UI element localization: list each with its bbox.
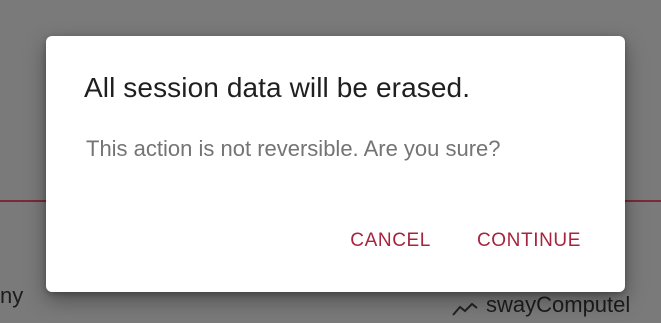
- continue-button[interactable]: CONTINUE: [477, 230, 581, 252]
- background-right-item: swayComputel: [452, 292, 630, 318]
- dialog-message: This action is not reversible. Are you s…: [86, 136, 501, 161]
- cancel-button[interactable]: CANCEL: [350, 230, 431, 252]
- dialog-title: All session data will be erased.: [84, 72, 471, 103]
- trend-line-icon: [452, 297, 478, 316]
- confirm-dialog: All session data will be erased. This ac…: [46, 36, 625, 292]
- background-left-text: ny: [0, 283, 24, 308]
- background-right-item-label: swayComputel: [486, 292, 631, 317]
- background-header: [0, 0, 661, 40]
- dialog-actions: CANCEL CONTINUE: [350, 230, 581, 252]
